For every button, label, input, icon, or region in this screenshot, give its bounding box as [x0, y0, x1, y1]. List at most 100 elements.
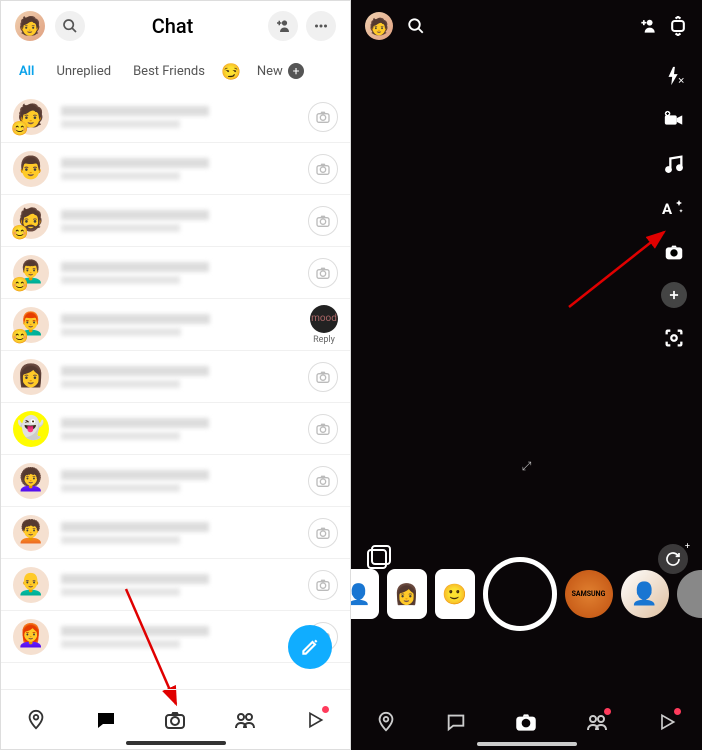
chat-preview-redacted	[61, 522, 308, 544]
self-avatar[interactable]: 🧑	[365, 12, 393, 40]
nav-map[interactable]	[16, 700, 56, 740]
quick-snap-button[interactable]	[308, 258, 338, 288]
friend-avatar[interactable]: 👩‍🦰	[13, 619, 49, 655]
annotation-arrow-ai-tool	[564, 222, 674, 312]
friend-avatar[interactable]: 👨‍🦱😊	[13, 255, 49, 291]
filter-best-friends[interactable]: Best Friends	[127, 60, 211, 83]
lens-round[interactable]: 👤	[621, 570, 669, 618]
search-icon	[62, 18, 78, 34]
nav-stories[interactable]	[577, 702, 617, 742]
play-icon	[305, 710, 325, 730]
nav-chat[interactable]	[86, 700, 126, 740]
self-avatar[interactable]: 🧑	[15, 11, 45, 41]
camera-icon	[315, 265, 331, 281]
filter-emoji[interactable]: 😏	[221, 62, 241, 81]
home-indicator[interactable]	[477, 742, 577, 746]
chat-row[interactable]: 🧔😊	[1, 195, 350, 247]
friend-avatar[interactable]: 👨‍🦰😊	[13, 307, 49, 343]
friend-avatar[interactable]: 🧑‍🦱	[13, 515, 49, 551]
map-pin-icon	[375, 711, 397, 733]
friend-avatar[interactable]: 🧔😊	[13, 203, 49, 239]
compose-fab[interactable]	[288, 625, 332, 669]
camera-icon	[315, 369, 331, 385]
camera-icon	[315, 421, 331, 437]
streak-emoji-icon: 😊	[11, 225, 28, 241]
search-button[interactable]	[407, 17, 425, 35]
search-icon	[407, 17, 425, 35]
quick-snap-button[interactable]	[308, 154, 338, 184]
notification-dot	[674, 708, 681, 715]
chat-preview-redacted	[61, 210, 308, 232]
camera-icon	[163, 708, 187, 732]
nav-chat[interactable]	[436, 702, 476, 742]
chat-row[interactable]: 👻	[1, 403, 350, 455]
camera-icon	[315, 109, 331, 125]
search-button[interactable]	[55, 11, 85, 41]
chat-row[interactable]: 👨	[1, 143, 350, 195]
chat-row[interactable]: 🧑‍🦱	[1, 507, 350, 559]
chat-row[interactable]: 👨‍🦱😊	[1, 247, 350, 299]
quick-snap-button[interactable]	[308, 206, 338, 236]
reply-label: Reply	[313, 335, 335, 345]
camera-header: 🧑	[351, 0, 702, 52]
nav-camera[interactable]	[155, 700, 195, 740]
snapchat-ghost-avatar[interactable]: 👻	[13, 411, 49, 447]
map-pin-icon	[25, 709, 47, 731]
camera-screen: 🧑 ✕ A	[351, 0, 702, 750]
filter-unreplied[interactable]: Unreplied	[50, 60, 117, 83]
filter-new[interactable]: New +	[251, 59, 310, 83]
nav-spotlight[interactable]	[647, 702, 687, 742]
chat-row[interactable]: 👩‍🦱	[1, 455, 350, 507]
quick-snap-button[interactable]	[308, 102, 338, 132]
nav-stories[interactable]	[225, 700, 265, 740]
lens-tile[interactable]: 👩	[387, 569, 427, 619]
quick-snap-button[interactable]	[308, 414, 338, 444]
lens-tile[interactable]: 🙂	[435, 569, 475, 619]
reply-button[interactable]: moodReply	[310, 305, 338, 345]
chat-row[interactable]: 👨‍🦰😊 moodReply	[1, 299, 350, 351]
more-button[interactable]	[306, 11, 336, 41]
chat-row[interactable]: 👩	[1, 351, 350, 403]
play-icon	[657, 712, 677, 732]
quick-snap-button[interactable]	[308, 362, 338, 392]
lens-tile[interactable]: 👤	[351, 569, 379, 619]
streak-emoji-icon: 😊	[11, 329, 28, 345]
friend-avatar[interactable]: 👨‍🦲	[13, 567, 49, 603]
camera-icon	[315, 213, 331, 229]
camera-icon	[513, 709, 539, 735]
camera-viewfinder[interactable]: ⤢ + 👤 👩 🙂 SAMSUNG 👤	[351, 52, 702, 694]
more-icon	[312, 17, 330, 35]
lens-samsung[interactable]: SAMSUNG	[565, 570, 613, 618]
chat-preview-redacted	[61, 574, 308, 596]
nav-camera[interactable]	[506, 702, 546, 742]
bottom-nav	[1, 689, 350, 749]
plus-badge-icon: +	[288, 63, 304, 79]
nav-map[interactable]	[366, 702, 406, 742]
lens-round[interactable]	[677, 570, 702, 618]
lens-carousel[interactable]: 👤 👩 🙂 SAMSUNG 👤	[351, 556, 702, 632]
nav-spotlight[interactable]	[295, 700, 335, 740]
add-friend-button[interactable]	[638, 16, 658, 36]
chat-row[interactable]: 👨‍🦲	[1, 559, 350, 611]
chat-row[interactable]: 🧑😊	[1, 91, 350, 143]
quick-snap-button[interactable]	[308, 466, 338, 496]
flip-camera-button[interactable]	[668, 16, 688, 36]
friend-avatar[interactable]: 👩‍🦱	[13, 463, 49, 499]
filter-row: All Unreplied Best Friends 😏 New +	[1, 51, 350, 91]
chat-preview-redacted	[61, 106, 308, 128]
chat-list[interactable]: 🧑😊 👨 🧔😊 👨‍🦱😊 👨‍🦰😊 moodReply 👩 👻 👩‍🦱 🧑‍🦱 👨‍🦲 👩‍🦰	[1, 91, 350, 689]
collapse-caret-icon[interactable]: ⤢	[522, 459, 532, 474]
friend-avatar[interactable]: 🧑😊	[13, 99, 49, 135]
chat-title: Chat	[85, 14, 260, 38]
add-friend-button[interactable]	[268, 11, 298, 41]
capture-button[interactable]	[483, 557, 557, 631]
friend-avatar[interactable]: 👨	[13, 151, 49, 187]
quick-snap-button[interactable]	[308, 518, 338, 548]
friend-avatar[interactable]: 👩	[13, 359, 49, 395]
home-indicator[interactable]	[126, 741, 226, 745]
chat-icon	[445, 711, 467, 733]
notification-dot	[322, 706, 329, 713]
filter-all[interactable]: All	[13, 60, 40, 83]
quick-snap-button[interactable]	[308, 570, 338, 600]
chat-preview-redacted	[61, 314, 310, 336]
